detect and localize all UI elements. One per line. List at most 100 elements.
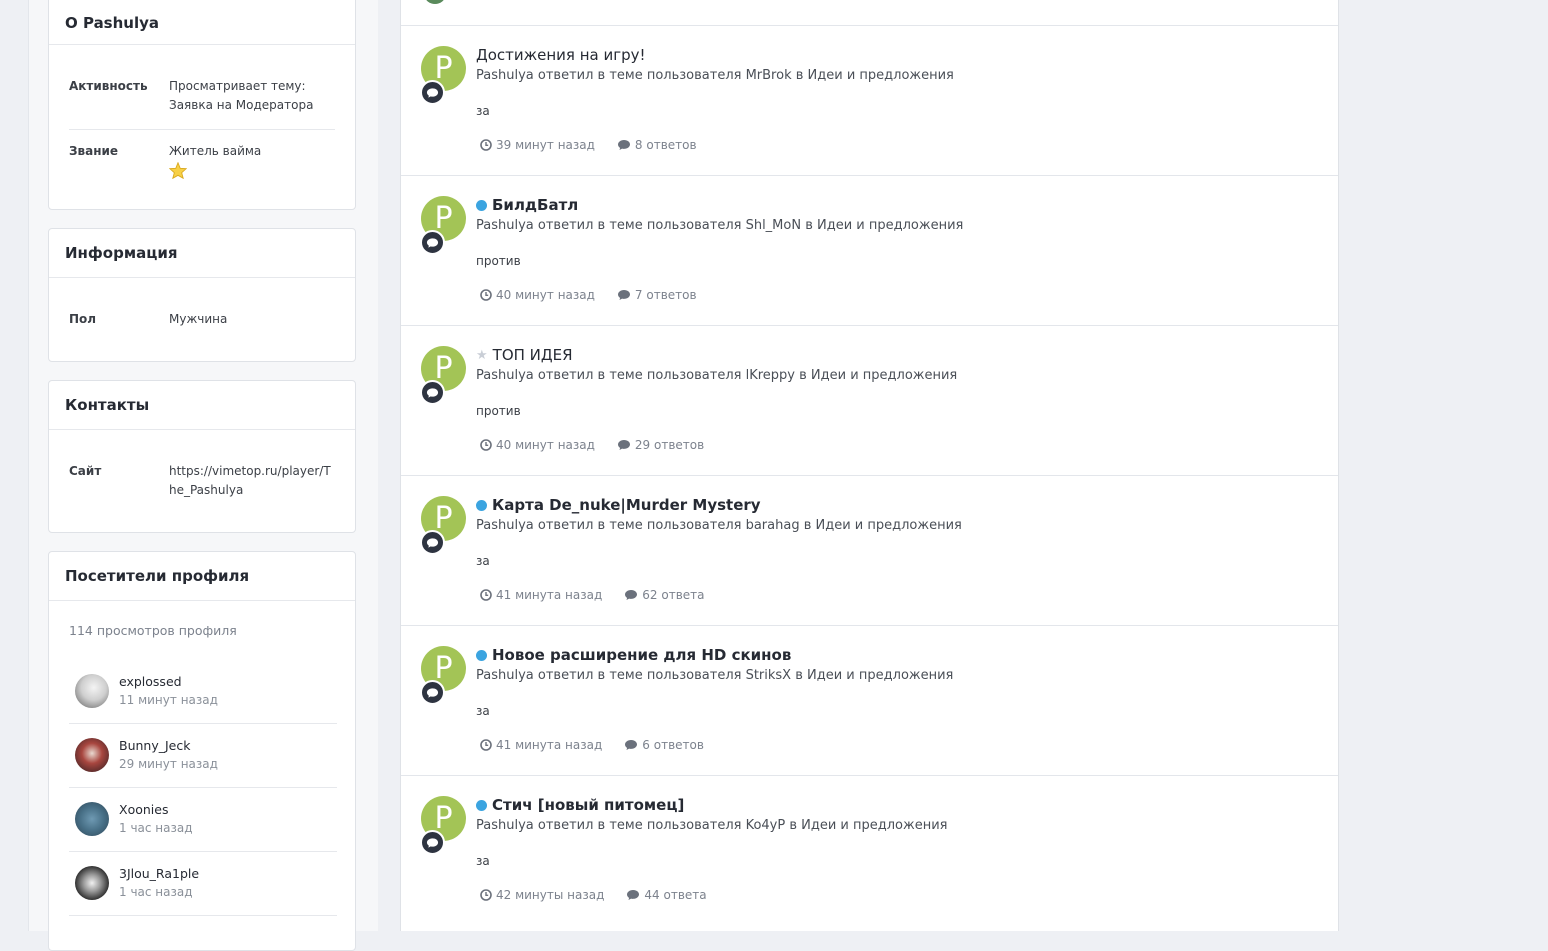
topic-title-row: Карта De_nuke|Murder Mystery (476, 496, 761, 514)
topic-title[interactable]: Достижения на игру! (476, 46, 646, 64)
unread-dot-icon (476, 199, 487, 211)
visitor-avatar[interactable] (75, 802, 109, 836)
comment-icon (625, 590, 638, 600)
topic-context[interactable]: Pashulya ответил в теме пользователя Str… (476, 668, 953, 683)
feed-item: P Достижения на игру! Pashulya ответил в… (401, 25, 1338, 175)
info-widget-title: Информация (49, 229, 355, 278)
topic-title-row: БилдБатл (476, 196, 578, 214)
feed-item: P Новое расширение для HD скинов Pashuly… (401, 625, 1338, 775)
comment-icon (627, 890, 640, 900)
reply-time: 40 минут назад (480, 288, 595, 302)
speech-bubble-icon (420, 380, 445, 405)
rank-value-group: Житель вайма (168, 142, 262, 185)
visitor-name[interactable]: 3Jlou_Ra1ple (119, 866, 199, 881)
visitor-name[interactable]: explossed (119, 674, 182, 689)
reply-snippet: за (476, 854, 490, 868)
clock-icon (480, 439, 492, 451)
speech-bubble-icon (420, 680, 445, 705)
visitor-avatar[interactable] (75, 674, 109, 708)
comment-icon (617, 290, 630, 300)
topic-context[interactable]: Pashulya ответил в теме пользователя Shl… (476, 218, 963, 233)
topic-title-row: Достижения на игру! (476, 46, 646, 64)
visitor-avatar[interactable] (75, 738, 109, 772)
reply-time: 39 минут назад (480, 138, 595, 152)
reply-count[interactable]: 8 ответов (617, 138, 697, 152)
topic-title[interactable]: БилдБатл (492, 196, 578, 214)
gender-value: Мужчина (169, 312, 228, 326)
visitor-item[interactable]: Bunny_Jeck 29 минут назад (69, 724, 337, 788)
visitor-item[interactable]: explossed 11 минут назад (69, 660, 337, 724)
clock-icon (480, 889, 492, 901)
topic-title-row: Новое расширение для HD скинов (476, 646, 791, 664)
visitor-item[interactable]: Xoonies 1 час назад (69, 788, 337, 852)
feed-item-partial (401, 0, 1338, 25)
visitor-name[interactable]: Bunny_Jeck (119, 738, 190, 753)
topic-meta: 40 минут назад 7 ответов (480, 288, 697, 302)
reply-count[interactable]: 6 ответов (624, 738, 704, 752)
reply-count[interactable]: 44 ответа (626, 888, 707, 902)
clock-icon (480, 739, 492, 751)
topic-title[interactable]: Новое расширение для HD скинов (492, 646, 791, 664)
topic-context[interactable]: Pashulya ответил в теме пользователя MrB… (476, 68, 954, 83)
topic-context[interactable]: Pashulya ответил в теме пользователя lKr… (476, 368, 957, 383)
topic-title-row: ★ ТОП ИДЕЯ (476, 346, 573, 364)
speech-bubble-icon (420, 230, 445, 255)
clock-icon (480, 139, 492, 151)
about-widget: О Pashulya Активность Просматривает тему… (48, 0, 356, 210)
visitor-name[interactable]: Xoonies (119, 802, 168, 817)
activity-value[interactable]: Просматривает тему: Заявка на Модератора (169, 77, 335, 115)
about-divider (69, 129, 335, 130)
clock-icon (480, 289, 492, 301)
about-row-rank: Звание Житель вайма (49, 142, 355, 185)
visitor-time: 29 минут назад (119, 757, 218, 771)
rank-value: Житель вайма (169, 144, 262, 158)
feed-item: P ★ ТОП ИДЕЯ Pashulya ответил в теме пол… (401, 325, 1338, 475)
about-widget-title: О Pashulya (49, 0, 355, 45)
partial-avatar (425, 0, 445, 4)
visitor-time: 1 час назад (119, 821, 193, 835)
topic-title[interactable]: Стич [новый питомец] (492, 796, 684, 814)
visitor-avatar[interactable] (75, 866, 109, 900)
site-label: Сайт (69, 464, 102, 478)
reply-count[interactable]: 29 ответов (617, 438, 704, 452)
topic-meta: 41 минута назад 6 ответов (480, 738, 704, 752)
star-icon: ★ (476, 347, 488, 363)
topic-title[interactable]: Карта De_nuke|Murder Mystery (492, 496, 761, 514)
gender-label: Пол (69, 312, 97, 326)
activity-feed: P Достижения на игру! Pashulya ответил в… (400, 0, 1339, 931)
visitor-item[interactable]: 3Jlou_Ra1ple 1 час назад (69, 852, 337, 916)
feed-item: P БилдБатл Pashulya ответил в теме польз… (401, 175, 1338, 325)
reply-count[interactable]: 7 ответов (617, 288, 697, 302)
star-icon (168, 161, 261, 185)
unread-dot-icon (476, 799, 487, 811)
reply-time: 40 минут назад (480, 438, 595, 452)
reply-snippet: за (476, 704, 490, 718)
comment-icon (617, 140, 630, 150)
reply-snippet: против (476, 404, 521, 418)
speech-bubble-icon (420, 530, 445, 555)
topic-context[interactable]: Pashulya ответил в теме пользователя Ko4… (476, 818, 948, 833)
activity-label: Активность (69, 79, 148, 93)
rank-label: Звание (69, 144, 119, 158)
info-row-gender: Пол Мужчина (49, 310, 355, 329)
profile-views: 114 просмотров профиля (69, 623, 237, 638)
topic-context[interactable]: Pashulya ответил в теме пользователя bar… (476, 518, 962, 533)
feed-item: P Карта De_nuke|Murder Mystery Pashulya … (401, 475, 1338, 625)
contacts-row-site: Сайт https://vimetop.ru/player/The_Pashu… (49, 462, 355, 500)
about-row-activity: Активность Просматривает тему: Заявка на… (49, 77, 355, 115)
site-link[interactable]: https://vimetop.ru/player/The_Pashulya (169, 462, 335, 500)
reply-time: 42 минуты назад (480, 888, 604, 902)
topic-title[interactable]: ТОП ИДЕЯ (493, 346, 573, 364)
speech-bubble-icon (420, 830, 445, 855)
visitor-time: 1 час назад (119, 885, 193, 899)
contacts-widget: Контакты Сайт https://vimetop.ru/player/… (48, 380, 356, 533)
topic-meta: 42 минуты назад 44 ответа (480, 888, 707, 902)
reply-snippet: за (476, 554, 490, 568)
unread-dot-icon (476, 649, 487, 661)
contacts-widget-title: Контакты (49, 381, 355, 430)
speech-bubble-icon (420, 80, 445, 105)
reply-snippet: за (476, 104, 490, 118)
info-widget: Информация Пол Мужчина (48, 228, 356, 362)
topic-meta: 41 минута назад 62 ответа (480, 588, 705, 602)
reply-count[interactable]: 62 ответа (624, 588, 705, 602)
